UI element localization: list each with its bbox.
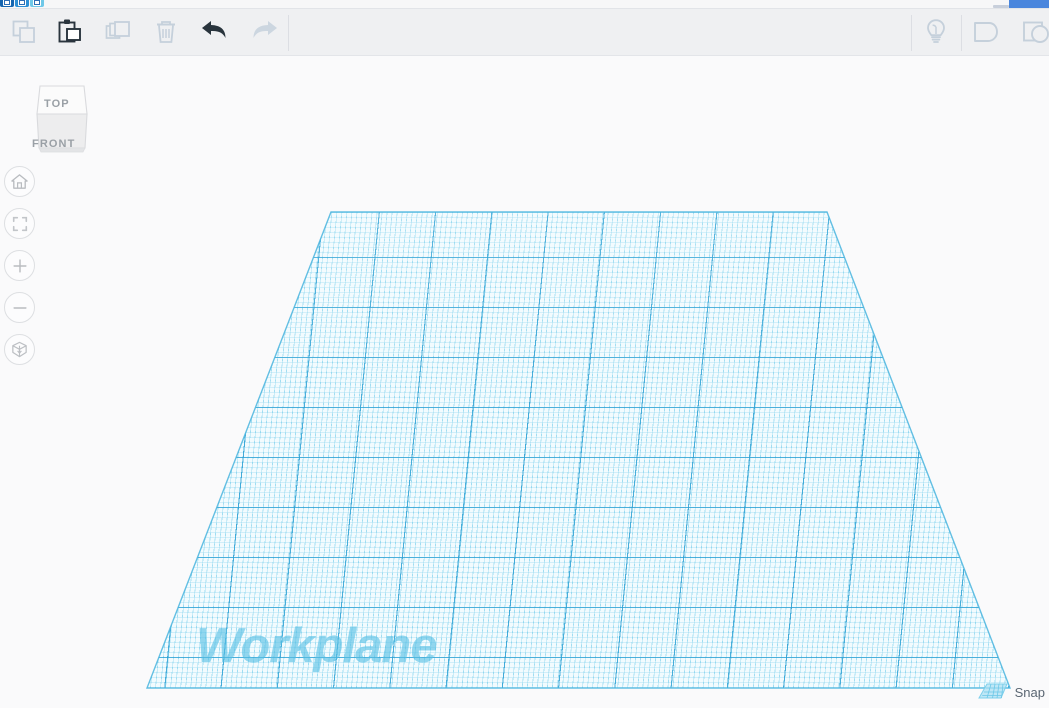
workplane-surface-clip — [147, 212, 1010, 688]
paste-button[interactable]: Paste — [46, 9, 94, 55]
snap-label: Snap — [1014, 684, 1045, 700]
cube-projection-icon — [12, 341, 27, 358]
toolbar-divider-1 — [288, 15, 289, 51]
undo-arrow-icon — [202, 21, 226, 38]
duplicate-icon — [105, 21, 130, 39]
duplicate-button[interactable]: Duplicate — [95, 9, 143, 55]
minus-icon — [12, 306, 27, 309]
editor-toolbar: Copy Paste Duplicate — [0, 8, 1049, 56]
lightbulb-icon — [927, 19, 945, 43]
tinkercad-editor-window: Copy Paste Duplicate — [0, 0, 1049, 708]
fit-view-button[interactable]: Fit all in view — [4, 208, 35, 239]
view-cube-geometry — [36, 85, 88, 153]
workplane[interactable]: Workplane — [0, 56, 1049, 708]
delete-button[interactable]: Delete — [142, 9, 190, 55]
trash-icon — [157, 21, 175, 43]
view-cube[interactable]: TOP FRONT — [22, 74, 102, 166]
snap-grid-control[interactable]: Snap — [977, 682, 1045, 702]
workplane-major-grid — [147, 212, 1010, 688]
projection-toggle-button[interactable]: Switch to orthographic / perspective vie… — [4, 334, 35, 365]
ungroup-button[interactable]: Ungroup — [1012, 9, 1049, 55]
browser-strip-placeholder — [993, 5, 1009, 8]
copy-icon — [12, 20, 35, 43]
paste-icon — [58, 19, 81, 43]
tab-favicon-3[interactable] — [30, 0, 44, 7]
snap-grid-icon — [977, 683, 1008, 699]
home-view-button[interactable]: Home view — [4, 166, 35, 197]
zoom-in-button[interactable]: Zoom in — [4, 250, 35, 281]
home-icon — [11, 174, 28, 189]
redo-button[interactable]: Redo — [239, 9, 287, 55]
plus-icon — [12, 258, 27, 273]
redo-arrow-icon — [253, 21, 277, 38]
hint-button[interactable]: Hint — [912, 9, 960, 55]
browser-profile-chip[interactable] — [1009, 0, 1049, 8]
tab-favicon-1[interactable] — [0, 0, 14, 7]
group-shape-icon — [974, 22, 998, 42]
zoom-out-button[interactable]: Zoom out — [4, 292, 35, 323]
tab-favicon-2[interactable] — [15, 0, 29, 7]
group-button[interactable]: Group — [962, 9, 1010, 55]
ungroup-icon — [1023, 21, 1049, 43]
3d-viewport[interactable]: Workplane Snap — [0, 56, 1049, 708]
copy-button[interactable]: Copy — [0, 9, 48, 55]
browser-tab-strip — [0, 0, 1049, 8]
fit-brackets-icon — [12, 216, 27, 231]
undo-button[interactable]: Undo — [192, 9, 240, 55]
